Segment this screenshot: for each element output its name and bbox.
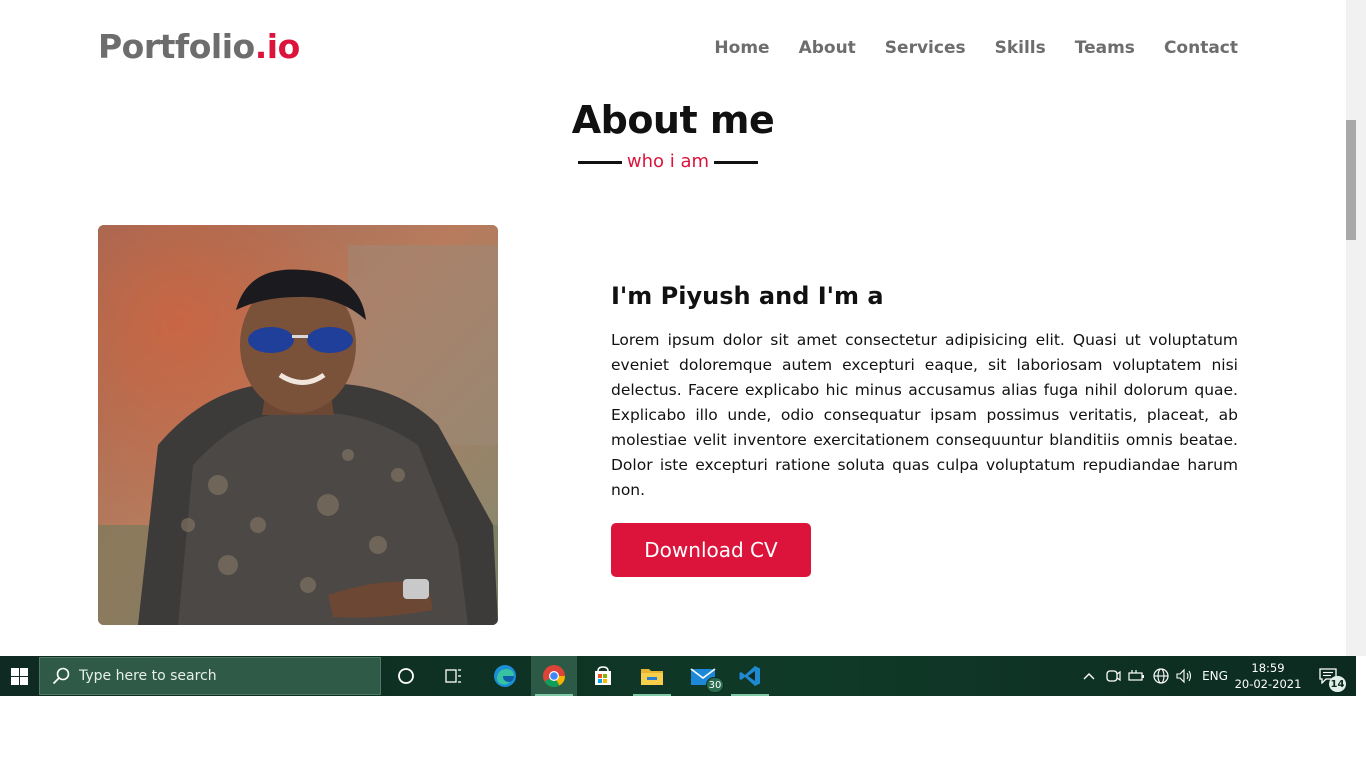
input-language-indicator[interactable]: ENG <box>1198 656 1232 696</box>
running-app-indicator <box>633 694 671 696</box>
network-button[interactable] <box>1150 656 1172 696</box>
taskbar-search-box[interactable] <box>39 657 381 695</box>
cortana-icon <box>398 668 414 684</box>
clock-date: 20-02-2021 <box>1234 677 1302 691</box>
task-view-icon <box>445 669 461 683</box>
scrollbar-track[interactable] <box>1346 0 1366 656</box>
logo[interactable]: Portfolio.io <box>98 27 300 66</box>
show-hidden-icons-button[interactable] <box>1078 656 1100 696</box>
subtitle-divider-right <box>714 161 758 164</box>
volume-button[interactable] <box>1174 656 1196 696</box>
nav-item-home[interactable]: Home <box>714 38 769 58</box>
nav-menu: Home About Services Skills Teams Contact <box>714 38 1238 58</box>
taskbar-clock[interactable]: 18:59 20-02-2021 <box>1232 660 1304 692</box>
search-icon <box>52 667 70 685</box>
chevron-up-icon <box>1083 673 1095 680</box>
active-app-indicator <box>535 694 573 696</box>
nav-item-services[interactable]: Services <box>885 38 966 58</box>
navbar: Portfolio.io Home About Services Skills … <box>0 0 1346 100</box>
vscode-taskbar-button[interactable] <box>727 656 773 696</box>
nav-item-contact[interactable]: Contact <box>1164 38 1238 58</box>
logo-main: Portfolio <box>98 27 255 66</box>
store-icon <box>595 666 611 685</box>
nav-item-about[interactable]: About <box>799 38 856 58</box>
speaker-icon <box>1176 668 1192 684</box>
mail-unread-badge: 30 <box>706 677 724 693</box>
logo-accent: .io <box>254 27 301 66</box>
chrome-taskbar-button[interactable] <box>531 656 577 696</box>
meet-now-button[interactable] <box>1102 656 1124 696</box>
section-subtitle-row: who i am <box>578 151 758 173</box>
battery-charging-icon <box>1128 670 1144 681</box>
globe-network-icon <box>1153 668 1169 684</box>
about-intro: I'm Piyush and I'm a <box>611 282 884 310</box>
file-explorer-icon <box>641 669 663 685</box>
windows-start-button[interactable] <box>0 656 38 696</box>
cortana-button[interactable] <box>383 656 429 696</box>
windows-logo-icon <box>10 667 28 685</box>
battery-button[interactable] <box>1126 656 1148 696</box>
vscode-icon <box>739 666 760 686</box>
edge-icon <box>494 665 516 687</box>
windows-taskbar: 30 <box>0 656 1356 696</box>
chrome-icon <box>543 665 565 687</box>
scrollbar-thumb[interactable] <box>1346 120 1356 240</box>
nav-item-skills[interactable]: Skills <box>995 38 1046 58</box>
action-center-button[interactable]: 14 <box>1308 656 1348 696</box>
section-title: About me <box>571 98 775 142</box>
running-app-indicator <box>731 694 769 696</box>
meet-now-icon <box>1106 670 1121 682</box>
clock-time: 18:59 <box>1251 661 1285 675</box>
nav-item-teams[interactable]: Teams <box>1075 38 1135 58</box>
about-paragraph: Lorem ipsum dolor sit amet consectetur a… <box>611 331 1238 499</box>
store-taskbar-button[interactable] <box>580 656 626 696</box>
file-explorer-taskbar-button[interactable] <box>629 656 675 696</box>
notification-count-badge: 14 <box>1329 676 1346 692</box>
download-cv-button[interactable]: Download CV <box>611 523 811 577</box>
section-heading: About me <box>0 98 1346 142</box>
mail-taskbar-button[interactable]: 30 <box>680 656 726 696</box>
profile-photo <box>98 225 498 625</box>
edge-taskbar-button[interactable] <box>482 656 528 696</box>
taskbar-search-input[interactable] <box>79 668 359 684</box>
task-view-button[interactable] <box>430 656 476 696</box>
